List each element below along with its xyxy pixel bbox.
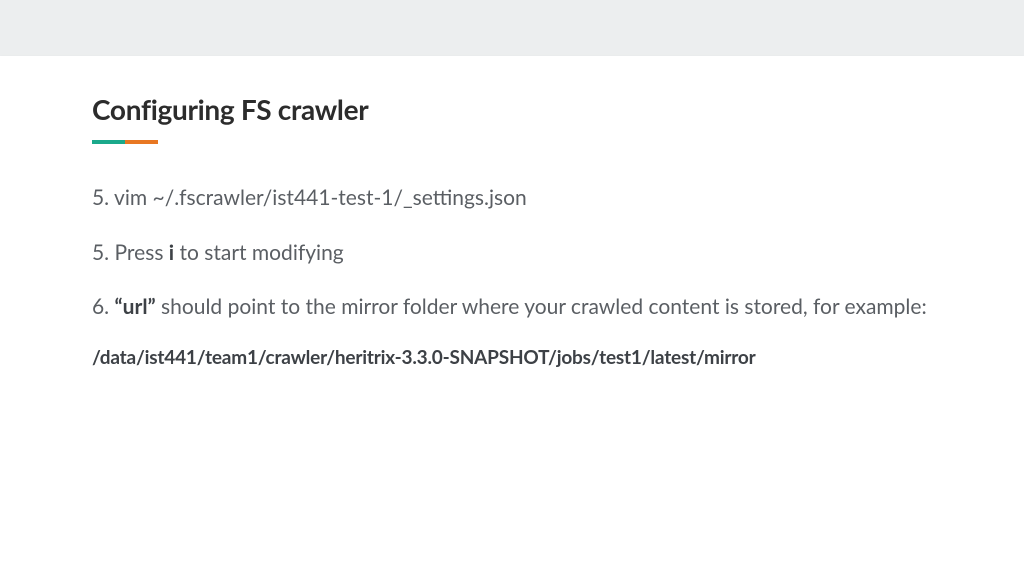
step-5a: 5. vim ~/.fscrawler/ist441-test-1/_setti…	[92, 182, 932, 215]
step-bold: “url”	[115, 294, 156, 319]
underline-seg-teal	[92, 140, 125, 144]
content: 5. vim ~/.fscrawler/ist441-test-1/_setti…	[92, 182, 932, 369]
underline-seg-orange	[125, 140, 158, 144]
step-text: vim ~/.fscrawler/ist441-test-1/_settings…	[114, 185, 527, 210]
page-title: Configuring FS crawler	[92, 92, 932, 126]
step-num: 5.	[92, 185, 109, 210]
example-path: /data/ist441/team1/crawler/heritrix-3.3.…	[92, 346, 932, 369]
step-6: 6. “url” should point to the mirror fold…	[92, 291, 932, 324]
title-underline	[92, 140, 158, 144]
step-text: to start modifying	[174, 240, 344, 265]
step-num: 6.	[92, 294, 109, 319]
step-text: should point to the mirror folder where …	[156, 294, 927, 319]
slide: Configuring FS crawler 5. vim ~/.fscrawl…	[0, 56, 1024, 576]
step-prefix: Press	[109, 240, 169, 265]
step-num: 5.	[92, 240, 109, 265]
step-5b: 5. Press i to start modifying	[92, 237, 932, 270]
top-bar	[0, 0, 1024, 56]
